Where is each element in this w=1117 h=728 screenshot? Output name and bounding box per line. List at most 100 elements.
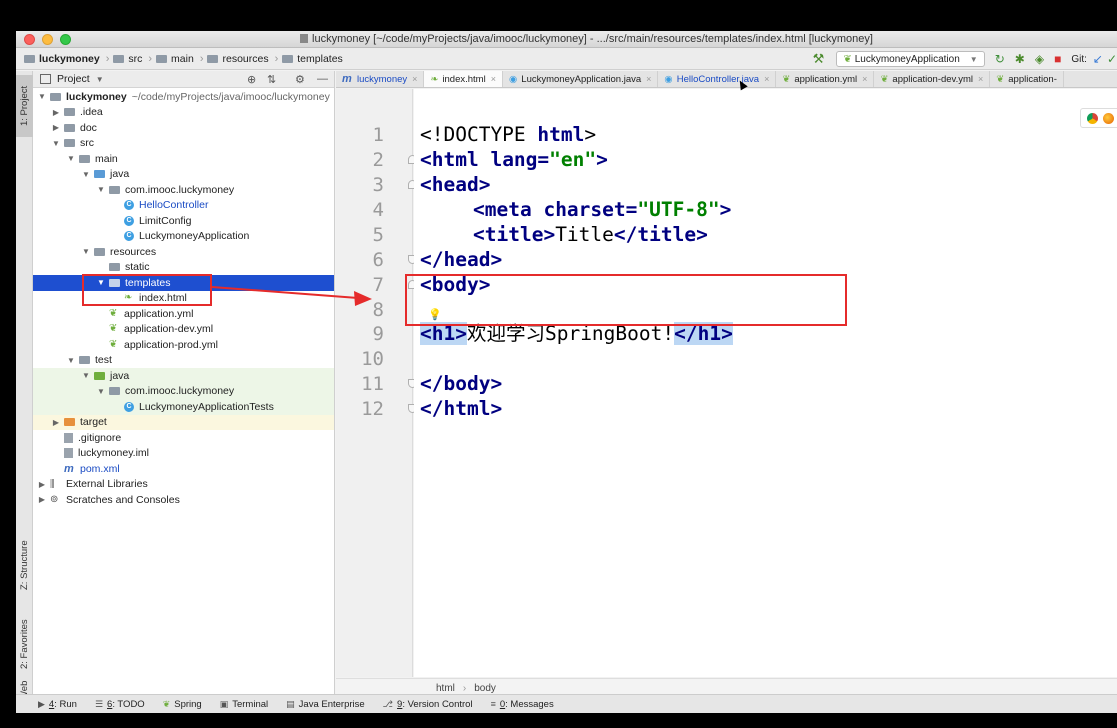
window-title: luckymoney [~/code/myProjects/java/imooc… bbox=[16, 33, 1117, 45]
line-number: 10 bbox=[361, 348, 384, 370]
folder-icon bbox=[79, 356, 90, 365]
spring-class-icon: C bbox=[124, 231, 134, 242]
tree-item-test-package[interactable]: ▼ com.imooc.luckymoney bbox=[33, 383, 334, 399]
tab-application-dev-yml[interactable]: ❦ application-dev.yml × bbox=[874, 71, 991, 87]
tree-item-src[interactable]: ▼ src bbox=[33, 136, 334, 152]
folder-icon bbox=[24, 54, 35, 63]
tool-terminal[interactable]: ▣ Terminal bbox=[220, 699, 268, 710]
caret-right-icon: ▶ bbox=[52, 107, 60, 117]
tree-item-test-java[interactable]: ▼ java bbox=[33, 368, 334, 384]
gear-icon[interactable]: ⚙ bbox=[295, 73, 305, 86]
stop-icon[interactable]: ■ bbox=[1054, 52, 1061, 66]
chevron-down-icon[interactable]: ▼ bbox=[96, 75, 104, 84]
spring-leaf-icon: ❦ bbox=[109, 338, 118, 350]
tree-item-doc[interactable]: ▶ doc bbox=[33, 120, 334, 136]
tab-index-html[interactable]: ❧ index.html × bbox=[424, 71, 503, 87]
caret-down-icon: ▼ bbox=[97, 185, 105, 195]
debug-bug-icon[interactable]: ✱ bbox=[1015, 52, 1025, 66]
tree-item-main[interactable]: ▼ main bbox=[33, 151, 334, 167]
firefox-icon[interactable] bbox=[1103, 112, 1114, 124]
tab-hellocontroller-java[interactable]: ◉ HelloController.java × bbox=[658, 71, 777, 87]
editor-gutter: 1 2 3 4 5 6 7 8 9 10 11 12 bbox=[336, 89, 417, 677]
breadcrumb-main[interactable]: main bbox=[156, 53, 194, 65]
tree-item-limitconfig[interactable]: C LimitConfig bbox=[33, 213, 334, 229]
close-icon[interactable]: × bbox=[764, 74, 769, 84]
close-icon[interactable]: × bbox=[646, 74, 651, 84]
close-icon[interactable]: × bbox=[412, 74, 417, 84]
tree-item-application-yml[interactable]: ❦ application.yml bbox=[33, 306, 334, 322]
caret-down-icon: ▼ bbox=[97, 386, 105, 396]
library-icon: ⫼ bbox=[50, 478, 55, 490]
close-icon[interactable]: × bbox=[978, 74, 983, 84]
tab-luckymoneyapplication-java[interactable]: ◉ LuckymoneyApplication.java × bbox=[503, 71, 659, 87]
tab-application-prod[interactable]: ❦ application- bbox=[990, 71, 1064, 87]
tab-structure-tool[interactable]: Z: Structure bbox=[16, 531, 33, 599]
tree-item-pom-xml[interactable]: m pom.xml bbox=[33, 461, 334, 477]
collapse-all-icon[interactable]: ⇅ bbox=[267, 73, 276, 86]
code-line-6: </head> bbox=[420, 248, 503, 271]
run-configuration-select[interactable]: ❦ LuckymoneyApplication ▼ bbox=[836, 51, 985, 67]
line-number: 4 bbox=[372, 199, 384, 221]
tab-luckymoney[interactable]: m luckymoney × bbox=[336, 71, 425, 87]
tab-favorites-tool[interactable]: 2: Favorites bbox=[16, 609, 33, 679]
chrome-icon[interactable] bbox=[1087, 112, 1098, 124]
tree-item-resources[interactable]: ▼ resources bbox=[33, 244, 334, 260]
tool-version-control[interactable]: ⎇ 9: Version Control bbox=[383, 699, 473, 710]
breadcrumb-resources[interactable]: resources bbox=[207, 53, 269, 65]
caret-down-icon: ▼ bbox=[82, 247, 90, 257]
tree-item-application-prod-yml[interactable]: ❦ application-prod.yml bbox=[33, 337, 334, 353]
breadcrumb-templates[interactable]: templates bbox=[282, 53, 343, 65]
navigation-bar: luckymoney › src › main › resources › te… bbox=[16, 48, 1117, 70]
git-update-icon[interactable]: ↙ bbox=[1093, 52, 1103, 66]
folder-icon bbox=[94, 170, 105, 179]
locate-target-icon[interactable]: ⊕ bbox=[247, 73, 256, 86]
file-icon bbox=[64, 432, 73, 443]
tree-item-luckymoneyapplication[interactable]: C LuckymoneyApplication bbox=[33, 229, 334, 245]
line-number: 8 bbox=[372, 299, 384, 321]
class-icon: C bbox=[124, 200, 134, 211]
tree-item-luckymoney[interactable]: ▼ luckymoney ~/code/myProjects/java/imooc/… bbox=[33, 89, 334, 105]
tree-item-idea[interactable]: ▶ .idea bbox=[33, 105, 334, 121]
tree-item-scratches[interactable]: ▶ ⊚ Scratches and Consoles bbox=[33, 492, 334, 508]
caret-right-icon: ▶ bbox=[38, 495, 46, 505]
breadcrumb-src[interactable]: src bbox=[113, 53, 142, 65]
rerun-icon[interactable]: ↻ bbox=[995, 52, 1005, 66]
tree-item-java[interactable]: ▼ java bbox=[33, 167, 334, 183]
tree-item-external-libraries[interactable]: ▶ ⫼ External Libraries bbox=[33, 477, 334, 493]
tab-project-tool[interactable]: 1: Project bbox=[16, 75, 33, 137]
chevron-right-icon: › bbox=[462, 682, 467, 694]
code-line-5: <title>Title</title> bbox=[473, 223, 708, 246]
breadcrumb-html[interactable]: html bbox=[436, 683, 455, 694]
line-number: 5 bbox=[372, 224, 384, 246]
tool-run[interactable]: ▶ 4: Run bbox=[38, 699, 77, 710]
tool-spring[interactable]: ❦ Spring bbox=[163, 699, 202, 710]
close-icon[interactable]: × bbox=[862, 74, 867, 84]
tree-item-test[interactable]: ▼ test bbox=[33, 353, 334, 369]
tree-item-gitignore[interactable]: .gitignore bbox=[33, 430, 334, 446]
tree-item-package[interactable]: ▼ com.imooc.luckymoney bbox=[33, 182, 334, 198]
hide-panel-icon[interactable]: — bbox=[317, 73, 328, 85]
tree-item-application-dev-yml[interactable]: ❦ application-dev.yml bbox=[33, 322, 334, 338]
line-number: 12 bbox=[361, 398, 384, 420]
tree-item-application-tests[interactable]: C LuckymoneyApplicationTests bbox=[33, 399, 334, 415]
code-editor[interactable]: <!DOCTYPE html> <html lang="en"> <head> … bbox=[414, 89, 1117, 677]
breadcrumb-body[interactable]: body bbox=[474, 683, 496, 694]
spring-leaf-icon: ❦ bbox=[880, 73, 889, 85]
close-icon[interactable]: × bbox=[491, 74, 496, 84]
caret-down-icon: ▼ bbox=[67, 154, 75, 164]
coverage-icon[interactable]: ◈ bbox=[1035, 52, 1044, 66]
tool-messages[interactable]: ≡ 0: Messages bbox=[491, 699, 554, 710]
project-view-select[interactable]: Project bbox=[57, 73, 90, 85]
tree-item-target[interactable]: ▶ target bbox=[33, 414, 334, 430]
tree-item-luckymoney-iml[interactable]: luckymoney.iml bbox=[33, 446, 334, 462]
build-hammer-icon[interactable]: ⚒ bbox=[813, 51, 825, 67]
breadcrumb-luckymoney[interactable]: luckymoney bbox=[24, 53, 100, 65]
tool-java-enterprise[interactable]: ▤ Java Enterprise bbox=[286, 699, 365, 710]
tab-application-yml[interactable]: ❦ application.yml × bbox=[776, 71, 875, 87]
git-commit-icon[interactable]: ✓ bbox=[1107, 52, 1117, 66]
tool-todo[interactable]: ☰ 6: TODO bbox=[95, 699, 145, 710]
version-control-icon: ⎇ bbox=[382, 698, 394, 709]
tree-item-hellocontroller[interactable]: C HelloController bbox=[33, 198, 334, 214]
tree-item-static[interactable]: static bbox=[33, 260, 334, 276]
caret-down-icon: ▼ bbox=[67, 355, 75, 365]
